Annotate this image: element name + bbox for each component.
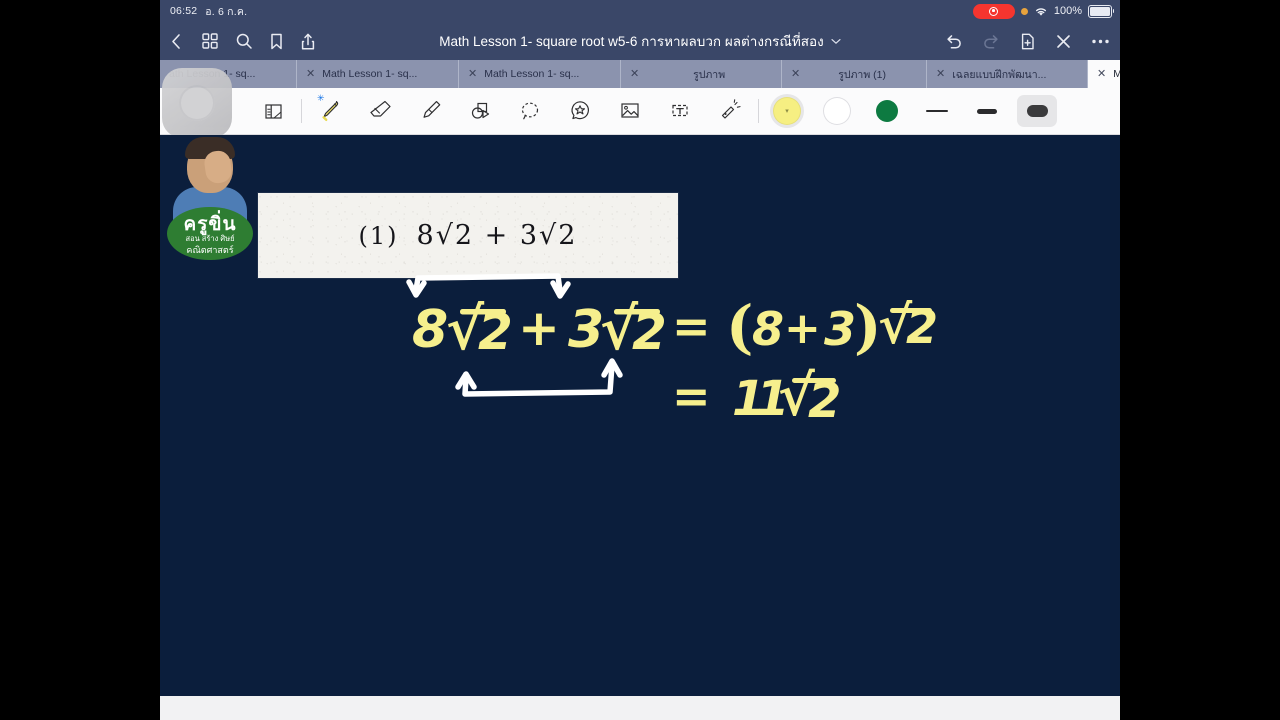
screen-root: 06:52 อ. 6 ก.ค. 100% Math Lesson 1- squa… (0, 0, 1280, 720)
color-white[interactable] (812, 91, 862, 131)
stroke-thick[interactable] (1012, 91, 1062, 131)
eraser-icon[interactable] (355, 91, 405, 131)
page-title: Math Lesson 1- square root w5-6 การหาผลบ… (439, 34, 824, 49)
battery-icon (1088, 4, 1115, 18)
status-date: อ. 6 ก.ค. (205, 5, 248, 18)
battery-percent: 100% (1053, 5, 1082, 17)
undo-icon[interactable] (944, 33, 963, 50)
tab-close-icon[interactable]: ✕ (936, 68, 945, 80)
tab-label: Math Lesson 1- sq... (322, 68, 418, 80)
tab-close-icon[interactable]: ✕ (306, 68, 315, 80)
status-bar-right: 100% (972, 3, 1115, 19)
svg-text:8: 8 (752, 302, 784, 356)
screen-recording-indicator[interactable] (972, 3, 1015, 19)
tab-item[interactable]: ✕ Math Lesson 1- sq... (297, 60, 459, 88)
svg-text:+: + (518, 299, 560, 357)
redo-icon[interactable] (982, 33, 1001, 50)
svg-text:8: 8 (412, 300, 448, 360)
svg-text:=: = (672, 299, 711, 353)
tab-strip: ath Lesson 1- sq... ✕ Math Lesson 1- sq.… (160, 60, 1120, 88)
toolbar-divider (758, 99, 759, 123)
tab-item[interactable]: ✕ รูปภาพ (621, 60, 782, 88)
tab-item-active[interactable]: ✕ Math Lesson 1... (1088, 60, 1120, 88)
svg-text:(: ( (726, 293, 753, 361)
color-green[interactable] (862, 91, 912, 131)
bluetooth-icon: ✳ (317, 93, 325, 103)
lasso-icon[interactable] (505, 91, 555, 131)
add-page-icon[interactable] (1020, 32, 1036, 51)
ipad-window: 06:52 อ. 6 ก.ค. 100% Math Lesson 1- squa… (160, 0, 1120, 720)
tab-item[interactable]: ✕ เฉลยแบบฝึกพัฒนา... (927, 60, 1088, 88)
color-yellow[interactable]: ▾ (762, 91, 812, 131)
pen-icon[interactable]: ✳ (305, 91, 355, 131)
status-bar: 06:52 อ. 6 ก.ค. 100% (160, 0, 1120, 22)
svg-text:3: 3 (824, 302, 856, 356)
top-bar-right-actions (944, 32, 1110, 51)
page-scroll-icon[interactable] (248, 91, 298, 131)
tab-label: รูปภาพ (1) (838, 68, 886, 81)
note-canvas[interactable]: ครูขิ่น สอน สร้าง ศิษย์ คณิตศาสตร์ (1) 8√… (160, 135, 1120, 696)
close-icon[interactable] (1055, 33, 1072, 50)
tab-item[interactable]: ✕ รูปภาพ (1) (782, 60, 927, 88)
orange-privacy-dot (1020, 7, 1028, 15)
tab-close-icon[interactable]: ✕ (791, 68, 800, 80)
text-box-icon[interactable] (655, 91, 705, 131)
svg-text:3: 3 (568, 300, 604, 360)
arrow-bottom-connecting-coefficients (455, 358, 623, 397)
toolbar-divider (301, 99, 302, 123)
page-bottom-area (160, 696, 1120, 720)
tab-item[interactable]: ✕ Math Lesson 1- sq... (459, 60, 621, 88)
shapes-icon[interactable] (455, 91, 505, 131)
handwritten-expression-line3: = 1 1 √ 2 (672, 363, 841, 429)
tab-label: เฉลยแบบฝึกพัฒนา... (952, 68, 1047, 81)
tab-close-icon[interactable]: ✕ (630, 68, 639, 80)
tab-label: Math Lesson 1- sq... (484, 68, 580, 80)
handwritten-expression-line1: 8 √ 2 + 3 √ 2 (412, 295, 667, 363)
tool-group: ✳ ▾ (248, 91, 1062, 131)
app-top-bar: Math Lesson 1- square root w5-6 การหาผลบ… (160, 22, 1120, 60)
status-time: 06:52 (170, 5, 198, 17)
stroke-thin[interactable] (912, 91, 962, 131)
recording-touch-indicator (162, 68, 232, 138)
svg-text:+: + (784, 303, 821, 354)
more-icon[interactable] (1091, 38, 1110, 45)
handwritten-expression-line2: = ( 8 + 3 ) √ 2 (672, 293, 938, 361)
image-icon[interactable] (605, 91, 655, 131)
wifi-icon (1034, 6, 1048, 17)
arrow-top-connecting-radicals (406, 273, 571, 299)
chevron-down-icon[interactable] (831, 38, 841, 45)
tab-close-icon[interactable]: ✕ (468, 68, 477, 80)
laser-pointer-icon[interactable] (705, 91, 755, 131)
handwriting-ink-layer: 8 √ 2 + 3 √ 2 = ( 8 + 3 ) √ 2 = 1 1 √ 2 (406, 273, 938, 429)
tab-close-icon[interactable]: ✕ (1097, 68, 1106, 80)
tab-label: Math Lesson 1... (1113, 68, 1120, 80)
sticker-icon[interactable] (555, 91, 605, 131)
highlighter-icon[interactable] (405, 91, 455, 131)
tool-palette: ✳ ▾ (160, 68, 1120, 138)
svg-text:=: = (672, 369, 711, 423)
stroke-medium[interactable] (962, 91, 1012, 131)
status-bar-left: 06:52 อ. 6 ก.ค. (170, 3, 247, 20)
tab-label: รูปภาพ (693, 68, 726, 81)
